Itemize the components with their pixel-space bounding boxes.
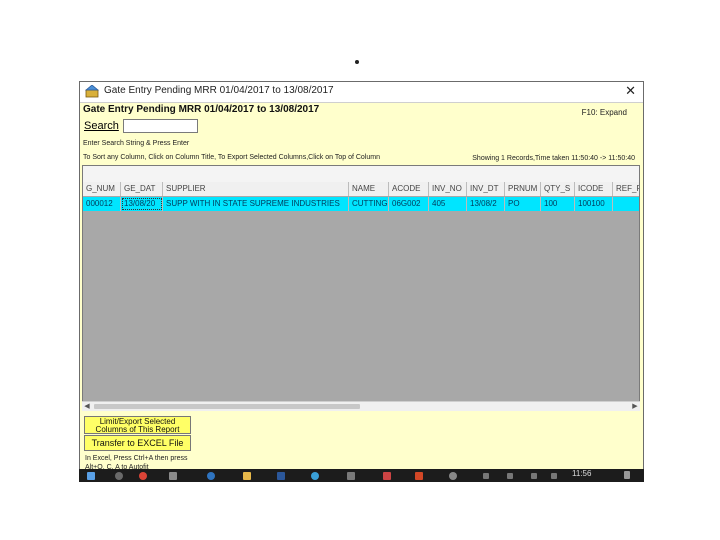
close-icon[interactable]: ✕	[625, 83, 636, 99]
table-cell[interactable]: 13/08/2	[467, 197, 505, 211]
table-cell[interactable]: 100	[541, 197, 575, 211]
app-icon[interactable]	[449, 472, 457, 480]
start-icon[interactable]	[87, 472, 95, 480]
search-hint: Enter Search String & Press Enter	[83, 140, 190, 147]
window-title: Gate Entry Pending MRR 01/04/2017 to 13/…	[104, 85, 334, 96]
column-header[interactable]: NAME	[349, 182, 389, 196]
powerpoint-icon[interactable]	[415, 472, 423, 480]
app-icon[interactable]	[311, 472, 319, 480]
scroll-left-icon[interactable]: ◀	[82, 402, 92, 412]
results-grid[interactable]: G_NUM GE_DAT SUPPLIER NAME ACODE INV_NO …	[82, 165, 640, 411]
search-label: Search	[84, 120, 119, 132]
clock[interactable]: 11:56	[572, 469, 591, 478]
notifications-icon[interactable]	[624, 471, 630, 479]
column-header[interactable]: GE_DAT	[121, 182, 163, 196]
table-cell[interactable]: CUTTING	[349, 197, 389, 211]
table-cell[interactable]: 000012	[83, 197, 121, 211]
table-header-row: G_NUM GE_DAT SUPPLIER NAME ACODE INV_NO …	[83, 182, 639, 196]
table-cell[interactable]: PO	[505, 197, 541, 211]
table-row[interactable]: 000012 13/08/20 SUPP WITH IN STATE SUPRE…	[83, 197, 639, 211]
app-icon[interactable]	[347, 472, 355, 480]
table-cell[interactable]: 100100	[575, 197, 613, 211]
volume-icon[interactable]	[551, 473, 557, 479]
sort-info: To Sort any Column, Click on Column Titl…	[83, 154, 380, 161]
expand-hint: F10: Expand	[581, 108, 627, 117]
column-header[interactable]: SUPPLIER	[163, 182, 349, 196]
column-header[interactable]: ACODE	[389, 182, 429, 196]
column-export-band[interactable]	[83, 166, 639, 183]
excel-transfer-button[interactable]: Transfer to EXCEL File	[84, 435, 191, 451]
word-icon[interactable]	[277, 472, 285, 480]
page-title: Gate Entry Pending MRR 01/04/2017 to 13/…	[83, 104, 320, 115]
bullet-dot	[355, 60, 359, 64]
table-cell[interactable]: 06G002	[389, 197, 429, 211]
column-header[interactable]: INV_NO	[429, 182, 467, 196]
records-status: Showing 1 Records,Time taken 11:50:40 ->…	[472, 155, 635, 162]
column-header[interactable]: REF_RT	[613, 182, 639, 196]
taskbar: 11:56	[79, 469, 644, 482]
column-header[interactable]: PRNUM	[505, 182, 541, 196]
title-bar: Gate Entry Pending MRR 01/04/2017 to 13/…	[80, 82, 643, 103]
folder-icon[interactable]	[243, 472, 251, 480]
table-cell[interactable]: 405	[429, 197, 467, 211]
column-header[interactable]: ICODE	[575, 182, 613, 196]
chrome-icon[interactable]	[139, 472, 147, 480]
column-header[interactable]: G_NUM	[83, 182, 121, 196]
export-columns-button[interactable]: Limit/Export Selected Columns of This Re…	[84, 416, 191, 434]
store-icon[interactable]	[169, 472, 177, 480]
table-cell[interactable]: 13/08/20	[121, 197, 163, 211]
horizontal-scrollbar[interactable]: ◀ ▶	[82, 401, 640, 411]
table-cell[interactable]	[613, 197, 639, 211]
scrollbar-thumb[interactable]	[94, 404, 360, 409]
tray-icon[interactable]	[507, 473, 513, 479]
scroll-right-icon[interactable]: ▶	[630, 402, 640, 412]
search-input[interactable]	[123, 119, 198, 133]
table-cell[interactable]: SUPP WITH IN STATE SUPREME INDUSTRIES	[163, 197, 349, 211]
column-header[interactable]: INV_DT	[467, 182, 505, 196]
gate-entry-window: Gate Entry Pending MRR 01/04/2017 to 13/…	[79, 81, 644, 482]
tray-icon[interactable]	[483, 473, 489, 479]
column-header[interactable]: QTY_S	[541, 182, 575, 196]
search-icon[interactable]	[115, 472, 123, 480]
app-icon	[85, 85, 99, 98]
app-icon[interactable]	[383, 472, 391, 480]
browser-icon[interactable]	[207, 472, 215, 480]
tray-icon[interactable]	[531, 473, 537, 479]
